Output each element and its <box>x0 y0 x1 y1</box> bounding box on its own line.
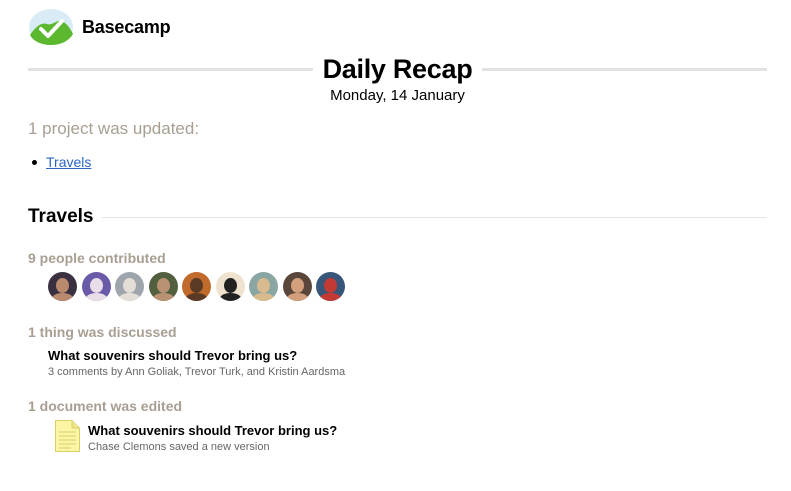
avatar-3[interactable] <box>115 272 144 301</box>
title-rule-right <box>482 67 767 71</box>
page-title: Daily Recap <box>322 53 473 84</box>
project-list-item: Travels <box>32 154 91 170</box>
avatar-6[interactable] <box>215 272 245 301</box>
avatar-8[interactable] <box>282 272 312 301</box>
contributors-heading: 9 people contributed <box>28 250 166 266</box>
avatar-1[interactable] <box>48 272 77 301</box>
brand[interactable]: Basecamp <box>28 6 171 48</box>
avatar-9[interactable] <box>316 272 345 301</box>
discussion-title[interactable]: What souvenirs should Trevor bring us? <box>48 347 345 364</box>
project-list: Travels <box>32 154 91 170</box>
recap-date: Monday, 14 January <box>330 87 465 104</box>
avatar-7[interactable] <box>249 272 278 301</box>
discussion-meta: 3 comments by Ann Goliak, Trevor Turk, a… <box>48 366 346 378</box>
document-meta: Chase Clemons saved a new version <box>88 441 270 453</box>
document-title[interactable]: What souvenirs should Trevor bring us? <box>88 422 337 439</box>
bullet <box>32 159 37 165</box>
document-icon <box>55 420 80 452</box>
recap-title-row: Daily Recap <box>28 53 767 85</box>
projects-updated-heading: 1 project was updated: <box>28 119 200 138</box>
section-divider <box>101 216 767 218</box>
basecamp-logo-icon <box>29 9 73 45</box>
avatar-2[interactable] <box>81 272 111 301</box>
discussion-item[interactable]: What souvenirs should Trevor bring us? 3… <box>48 347 345 380</box>
edited-heading: 1 document was edited <box>28 398 183 414</box>
project-link-travels[interactable]: Travels <box>46 154 91 170</box>
contributor-avatars <box>48 272 350 301</box>
project-section-header: Travels <box>28 204 767 230</box>
avatar-4[interactable] <box>148 272 178 301</box>
avatar-5[interactable] <box>182 272 211 301</box>
document-item[interactable]: What souvenirs should Trevor bring us? C… <box>55 420 337 455</box>
title-rule-left <box>28 67 313 71</box>
document-text: What souvenirs should Trevor bring us? C… <box>88 420 337 455</box>
discussed-heading: 1 thing was discussed <box>28 324 177 340</box>
brand-name: Basecamp <box>82 16 171 37</box>
project-section-title: Travels <box>28 206 94 227</box>
